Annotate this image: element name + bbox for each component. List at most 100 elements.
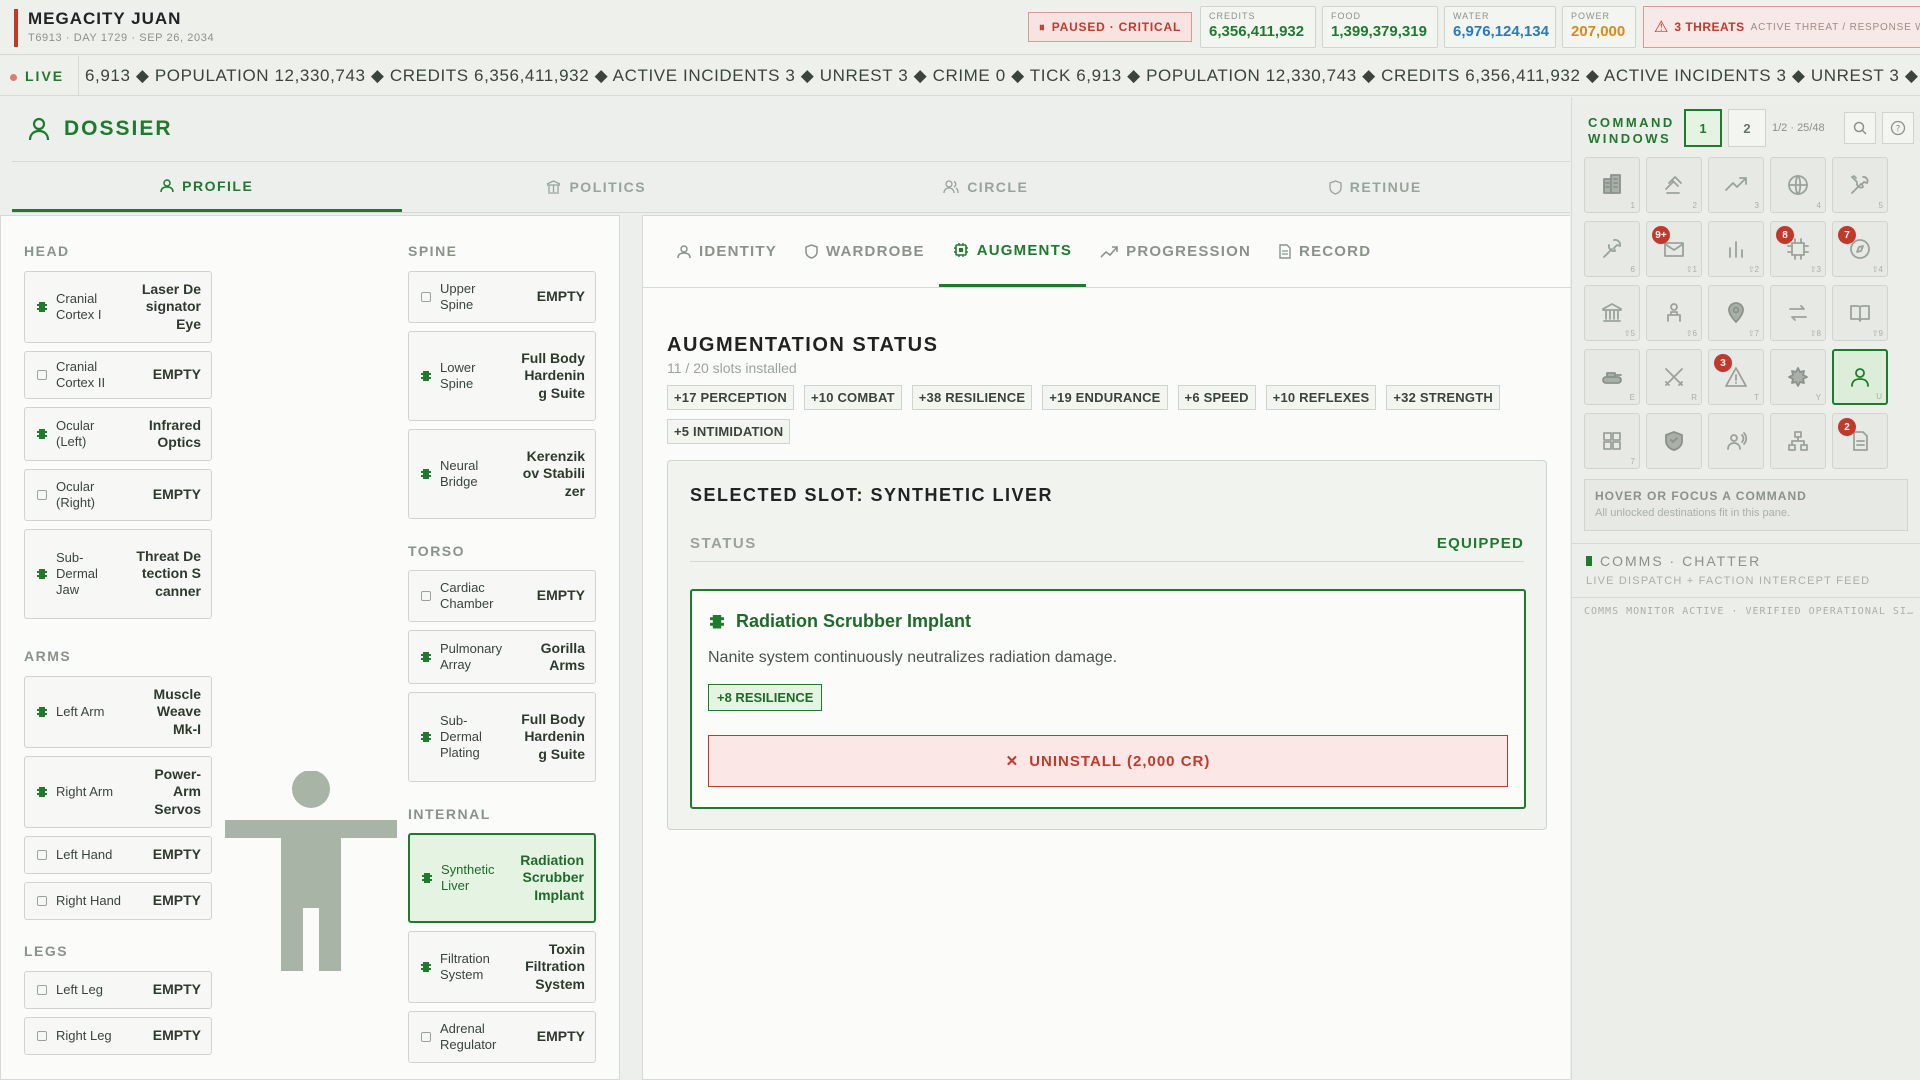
- shortcut-key: ⇧4: [1871, 265, 1883, 274]
- command-grid-button[interactable]: 7: [1584, 413, 1640, 469]
- slot-neural-bridge[interactable]: Neural Bridge Kerenzikov Stabilizer: [408, 429, 596, 519]
- implant-bonus-badge: +8 RESILIENCE: [708, 684, 823, 711]
- slot-left-leg[interactable]: Left Leg EMPTY: [24, 971, 212, 1009]
- tab-politics[interactable]: POLITICS: [402, 162, 792, 212]
- tab-identity[interactable]: IDENTITY: [663, 216, 791, 287]
- tab-wardrobe[interactable]: WARDROBE: [791, 216, 939, 287]
- food-value: 1,399,379,319: [1331, 23, 1427, 40]
- hint-subtitle: All unlocked destinations fit in this pa…: [1595, 507, 1791, 519]
- command-shield-button[interactable]: [1646, 413, 1702, 469]
- command-trend-button[interactable]: 3: [1708, 157, 1764, 213]
- tab-progression[interactable]: PROGRESSION: [1086, 216, 1265, 287]
- chip-icon: [421, 469, 431, 479]
- slot-name: Right Leg: [56, 1027, 112, 1043]
- window-2-button[interactable]: 2: [1728, 109, 1766, 147]
- divider: [690, 561, 1524, 562]
- dossier-title: DOSSIER: [64, 117, 173, 140]
- slot-name: Ocular (Right): [56, 478, 96, 510]
- command-user-button[interactable]: U: [1832, 349, 1888, 405]
- slot-cranial-cortex-1[interactable]: Cranial Cortex I Laser Designator Eye: [24, 271, 212, 343]
- food-label: FOOD: [1331, 11, 1361, 21]
- slot-sub-dermal-plating[interactable]: Sub-Dermal Plating Full Body Hardening S…: [408, 692, 596, 782]
- slot-value: EMPTY: [152, 1027, 201, 1044]
- command-chip-button[interactable]: ⇧3 8: [1770, 221, 1826, 277]
- command-globe-button[interactable]: 4: [1770, 157, 1826, 213]
- slot-pulmonary-array[interactable]: Pulmonary Array Gorilla Arms: [408, 630, 596, 684]
- city-block: MEGACITY JUAN T6913 · DAY 1729 · SEP 26,…: [14, 9, 214, 47]
- command-broadcast-button[interactable]: [1708, 413, 1764, 469]
- power-value: 207,000: [1571, 23, 1626, 40]
- shield-icon: [1665, 431, 1683, 451]
- tab-record-label: RECORD: [1299, 243, 1372, 260]
- slot-lower-spine[interactable]: Lower Spine Full Body Hardening Suite: [408, 331, 596, 421]
- command-podium-button[interactable]: ⇧6: [1646, 285, 1702, 341]
- command-mail-button[interactable]: ⇧1 9+: [1646, 221, 1702, 277]
- comms-title-row: COMMS · CHATTER: [1586, 553, 1870, 569]
- slot-value: Kerenzikov Stabilizer: [522, 447, 585, 499]
- command-org-chart-button[interactable]: [1770, 413, 1826, 469]
- slot-ocular-left[interactable]: Ocular (Left) Infrared Optics: [24, 407, 212, 461]
- shortcut-key: 5: [1878, 201, 1883, 210]
- command-bar-chart-button[interactable]: ⇧2: [1708, 221, 1764, 277]
- slot-cranial-cortex-2[interactable]: Cranial Cortex II EMPTY: [24, 351, 212, 399]
- command-document-button[interactable]: 2: [1832, 413, 1888, 469]
- slot-right-hand[interactable]: Right Hand EMPTY: [24, 882, 212, 920]
- ticker-text: 6,913 ◆ POPULATION 12,330,743 ◆ CREDITS …: [85, 66, 1920, 85]
- command-swords-button[interactable]: R: [1646, 349, 1702, 405]
- chip-icon: [37, 569, 47, 579]
- command-wrench-button[interactable]: 6: [1584, 221, 1640, 277]
- command-gavel-button[interactable]: 2: [1646, 157, 1702, 213]
- chip-icon: [710, 614, 724, 629]
- shortcut-key: ⇧1: [1685, 265, 1697, 274]
- tab-augments[interactable]: AUGMENTS: [938, 216, 1087, 287]
- help-button[interactable]: ?: [1882, 112, 1914, 144]
- slot-upper-spine[interactable]: Upper Spine EMPTY: [408, 271, 596, 323]
- slot-adrenal-regulator[interactable]: Adrenal Regulator EMPTY: [408, 1011, 596, 1063]
- bonus-chip: +19 ENDURANCE: [1042, 385, 1168, 410]
- slot-name: Right Arm: [56, 783, 114, 799]
- command-tank-button[interactable]: E: [1584, 349, 1640, 405]
- slot-left-hand[interactable]: Left Hand EMPTY: [24, 836, 212, 874]
- shortcut-key: 6: [1630, 265, 1635, 274]
- broadcast-icon: [1727, 432, 1748, 450]
- command-book-button[interactable]: ⇧9: [1832, 285, 1888, 341]
- search-button[interactable]: [1844, 112, 1876, 144]
- slot-left-arm[interactable]: Left Arm Muscle Weave Mk-I: [24, 676, 212, 748]
- implant-name: Radiation Scrubber Implant: [736, 611, 972, 631]
- command-leaf-button[interactable]: Y: [1770, 349, 1826, 405]
- slot-ocular-right[interactable]: Ocular (Right) EMPTY: [24, 469, 212, 521]
- window-1-button[interactable]: 1: [1684, 109, 1722, 147]
- chip-icon: [37, 787, 47, 797]
- slot-value: Laser Designator Eye: [141, 280, 201, 332]
- slot-sub-dermal-jaw[interactable]: Sub-Dermal Jaw Threat Detection Scanner: [24, 529, 212, 619]
- slot-right-leg[interactable]: Right Leg EMPTY: [24, 1017, 212, 1055]
- shortcut-key: R: [1691, 393, 1697, 402]
- command-bank-button[interactable]: ⇧5: [1584, 285, 1640, 341]
- slot-name: Synthetic Liver: [441, 861, 495, 893]
- uninstall-button[interactable]: ✕ UNINSTALL (2,000 CR): [708, 735, 1508, 787]
- chip-icon: [422, 873, 432, 883]
- slot-synthetic-liver[interactable]: Synthetic Liver Radiation Scrubber Impla…: [408, 833, 596, 923]
- empty-slot-icon: [421, 591, 431, 601]
- slot-cardiac-chamber[interactable]: Cardiac Chamber EMPTY: [408, 570, 596, 622]
- tab-profile[interactable]: PROFILE: [12, 162, 402, 212]
- hint-title: HOVER OR FOCUS A COMMAND: [1595, 489, 1807, 503]
- command-tools-button[interactable]: 5: [1832, 157, 1888, 213]
- command-map-pin-button[interactable]: ⇧7: [1708, 285, 1764, 341]
- threats-button[interactable]: ⚠ 3 THREATS ACTIVE THREAT / RESPONSE WIN: [1643, 6, 1920, 48]
- command-exchange-button[interactable]: ⇧8: [1770, 285, 1826, 341]
- pause-status-button[interactable]: ⏸ PAUSED · CRITICAL: [1028, 12, 1192, 42]
- tab-augments-label: AUGMENTS: [976, 241, 1073, 259]
- tab-record[interactable]: RECORD: [1265, 216, 1385, 287]
- shortcut-key: 3: [1754, 201, 1759, 210]
- command-warning-button[interactable]: T3: [1708, 349, 1764, 405]
- slot-right-arm[interactable]: Right Arm Power-Arm Servos: [24, 756, 212, 828]
- tab-retinue[interactable]: RETINUE: [1181, 162, 1571, 212]
- command-hint: HOVER OR FOCUS A COMMAND All unlocked de…: [1584, 479, 1908, 531]
- tools-icon: [1851, 175, 1869, 194]
- command-building-button[interactable]: 1: [1584, 157, 1640, 213]
- tab-circle[interactable]: CIRCLE: [791, 162, 1181, 212]
- slot-value: EMPTY: [536, 587, 585, 604]
- slot-filtration-system[interactable]: Filtration System Toxin Filtration Syste…: [408, 931, 596, 1003]
- command-compass-button[interactable]: ⇧4 7: [1832, 221, 1888, 277]
